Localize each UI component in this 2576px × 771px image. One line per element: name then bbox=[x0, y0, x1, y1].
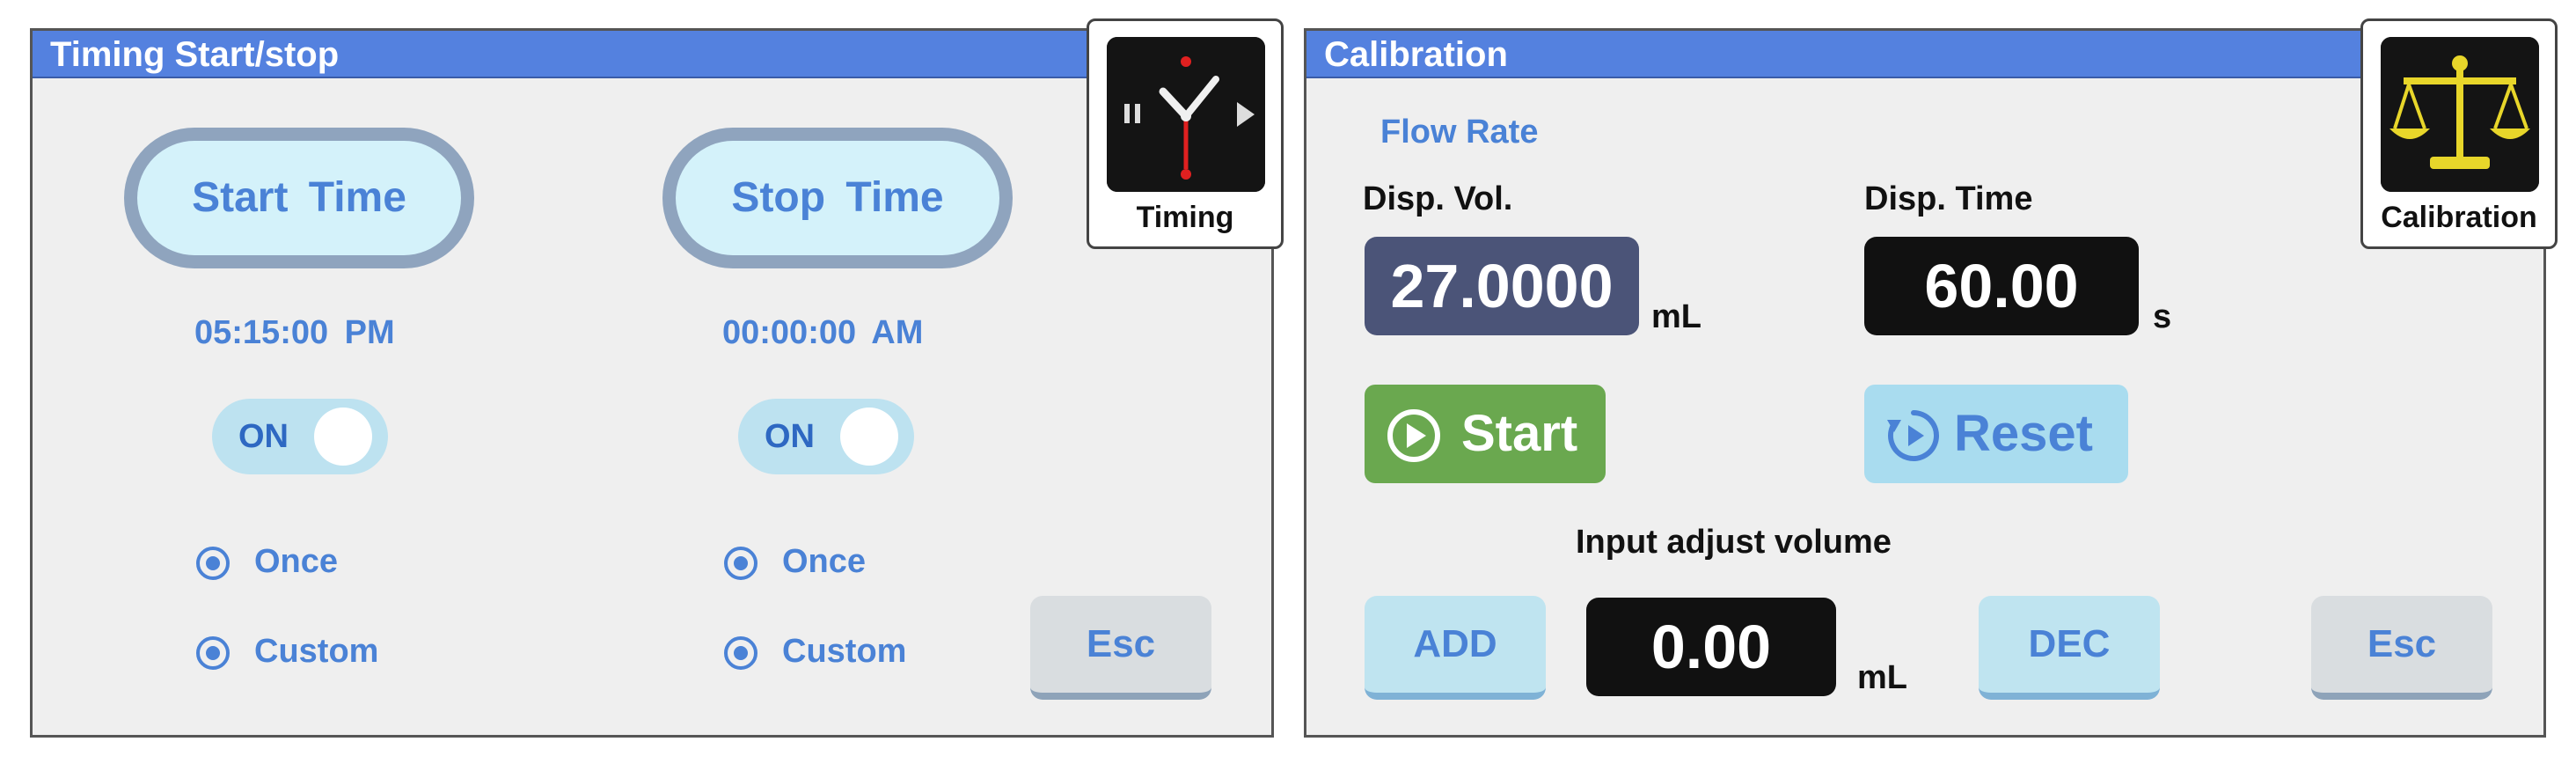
reset-icon bbox=[1887, 410, 1939, 461]
disp-vol-unit: mL bbox=[1651, 298, 1701, 335]
radio-selected-icon bbox=[196, 547, 230, 580]
calibration-shortcut[interactable]: Calibration bbox=[2360, 18, 2558, 249]
timing-icon-label: Timing bbox=[1136, 201, 1234, 234]
timing-shortcut[interactable]: Timing bbox=[1087, 18, 1284, 249]
timing-esc-button[interactable]: Esc bbox=[1030, 596, 1211, 700]
disp-vol-field[interactable]: 27.0000 bbox=[1365, 237, 1639, 335]
stop-toggle-label: ON bbox=[765, 418, 815, 455]
start-time-value: 05:15:00 PM bbox=[194, 314, 395, 351]
start-time-label: Start Time bbox=[137, 141, 461, 255]
toggle-knob bbox=[314, 408, 372, 466]
play-circle-icon bbox=[1387, 409, 1440, 462]
radio-selected-icon bbox=[196, 636, 230, 670]
start-time-button[interactable]: Start Time bbox=[124, 128, 474, 268]
dec-button[interactable]: DEC bbox=[1979, 596, 2160, 700]
timing-panel: Timing Start/stop Timing Start Time 05:1… bbox=[30, 18, 1284, 738]
disp-time-field[interactable]: 60.00 bbox=[1864, 237, 2139, 335]
balance-scale-icon bbox=[2381, 37, 2539, 192]
add-button[interactable]: ADD bbox=[1365, 596, 1546, 700]
disp-time-label: Disp. Time bbox=[1864, 180, 2033, 217]
timing-title: Timing Start/stop bbox=[33, 31, 1271, 78]
disp-time-unit: s bbox=[2153, 298, 2172, 335]
stop-time-label: Stop Time bbox=[676, 141, 999, 255]
stop-time-button[interactable]: Stop Time bbox=[662, 128, 1013, 268]
reset-button[interactable]: Reset bbox=[1864, 385, 2128, 483]
adjust-volume-field[interactable]: 0.00 bbox=[1586, 598, 1836, 696]
calibration-icon-label: Calibration bbox=[2381, 201, 2537, 234]
adjust-volume-unit: mL bbox=[1857, 659, 1907, 696]
start-toggle-label: ON bbox=[238, 418, 289, 455]
calibration-title: Calibration bbox=[1306, 31, 2543, 78]
stop-time-value: 00:00:00 AM bbox=[722, 314, 924, 351]
disp-vol-label: Disp. Vol. bbox=[1363, 180, 1513, 217]
start-button-label: Start bbox=[1461, 405, 1578, 462]
calibration-esc-button[interactable]: Esc bbox=[2311, 596, 2492, 700]
start-radio-custom-label: Custom bbox=[254, 633, 379, 670]
stop-radio-custom-label: Custom bbox=[782, 633, 907, 670]
start-radio-once-label: Once bbox=[254, 543, 339, 580]
radio-selected-icon bbox=[724, 636, 757, 670]
flow-rate-label: Flow Rate bbox=[1380, 114, 1539, 151]
stop-radio-once-label: Once bbox=[782, 543, 867, 580]
start-button[interactable]: Start bbox=[1365, 385, 1606, 483]
calibration-panel: Calibration Calibration Flow Rate Disp. … bbox=[1304, 18, 2558, 738]
start-toggle[interactable]: ON bbox=[212, 399, 388, 474]
reset-button-label: Reset bbox=[1954, 405, 2093, 462]
toggle-knob bbox=[840, 408, 898, 466]
radio-selected-icon bbox=[724, 547, 757, 580]
clock-icon bbox=[1107, 37, 1265, 192]
input-adjust-volume-label: Input adjust volume bbox=[1576, 524, 1892, 561]
stop-toggle[interactable]: ON bbox=[738, 399, 914, 474]
